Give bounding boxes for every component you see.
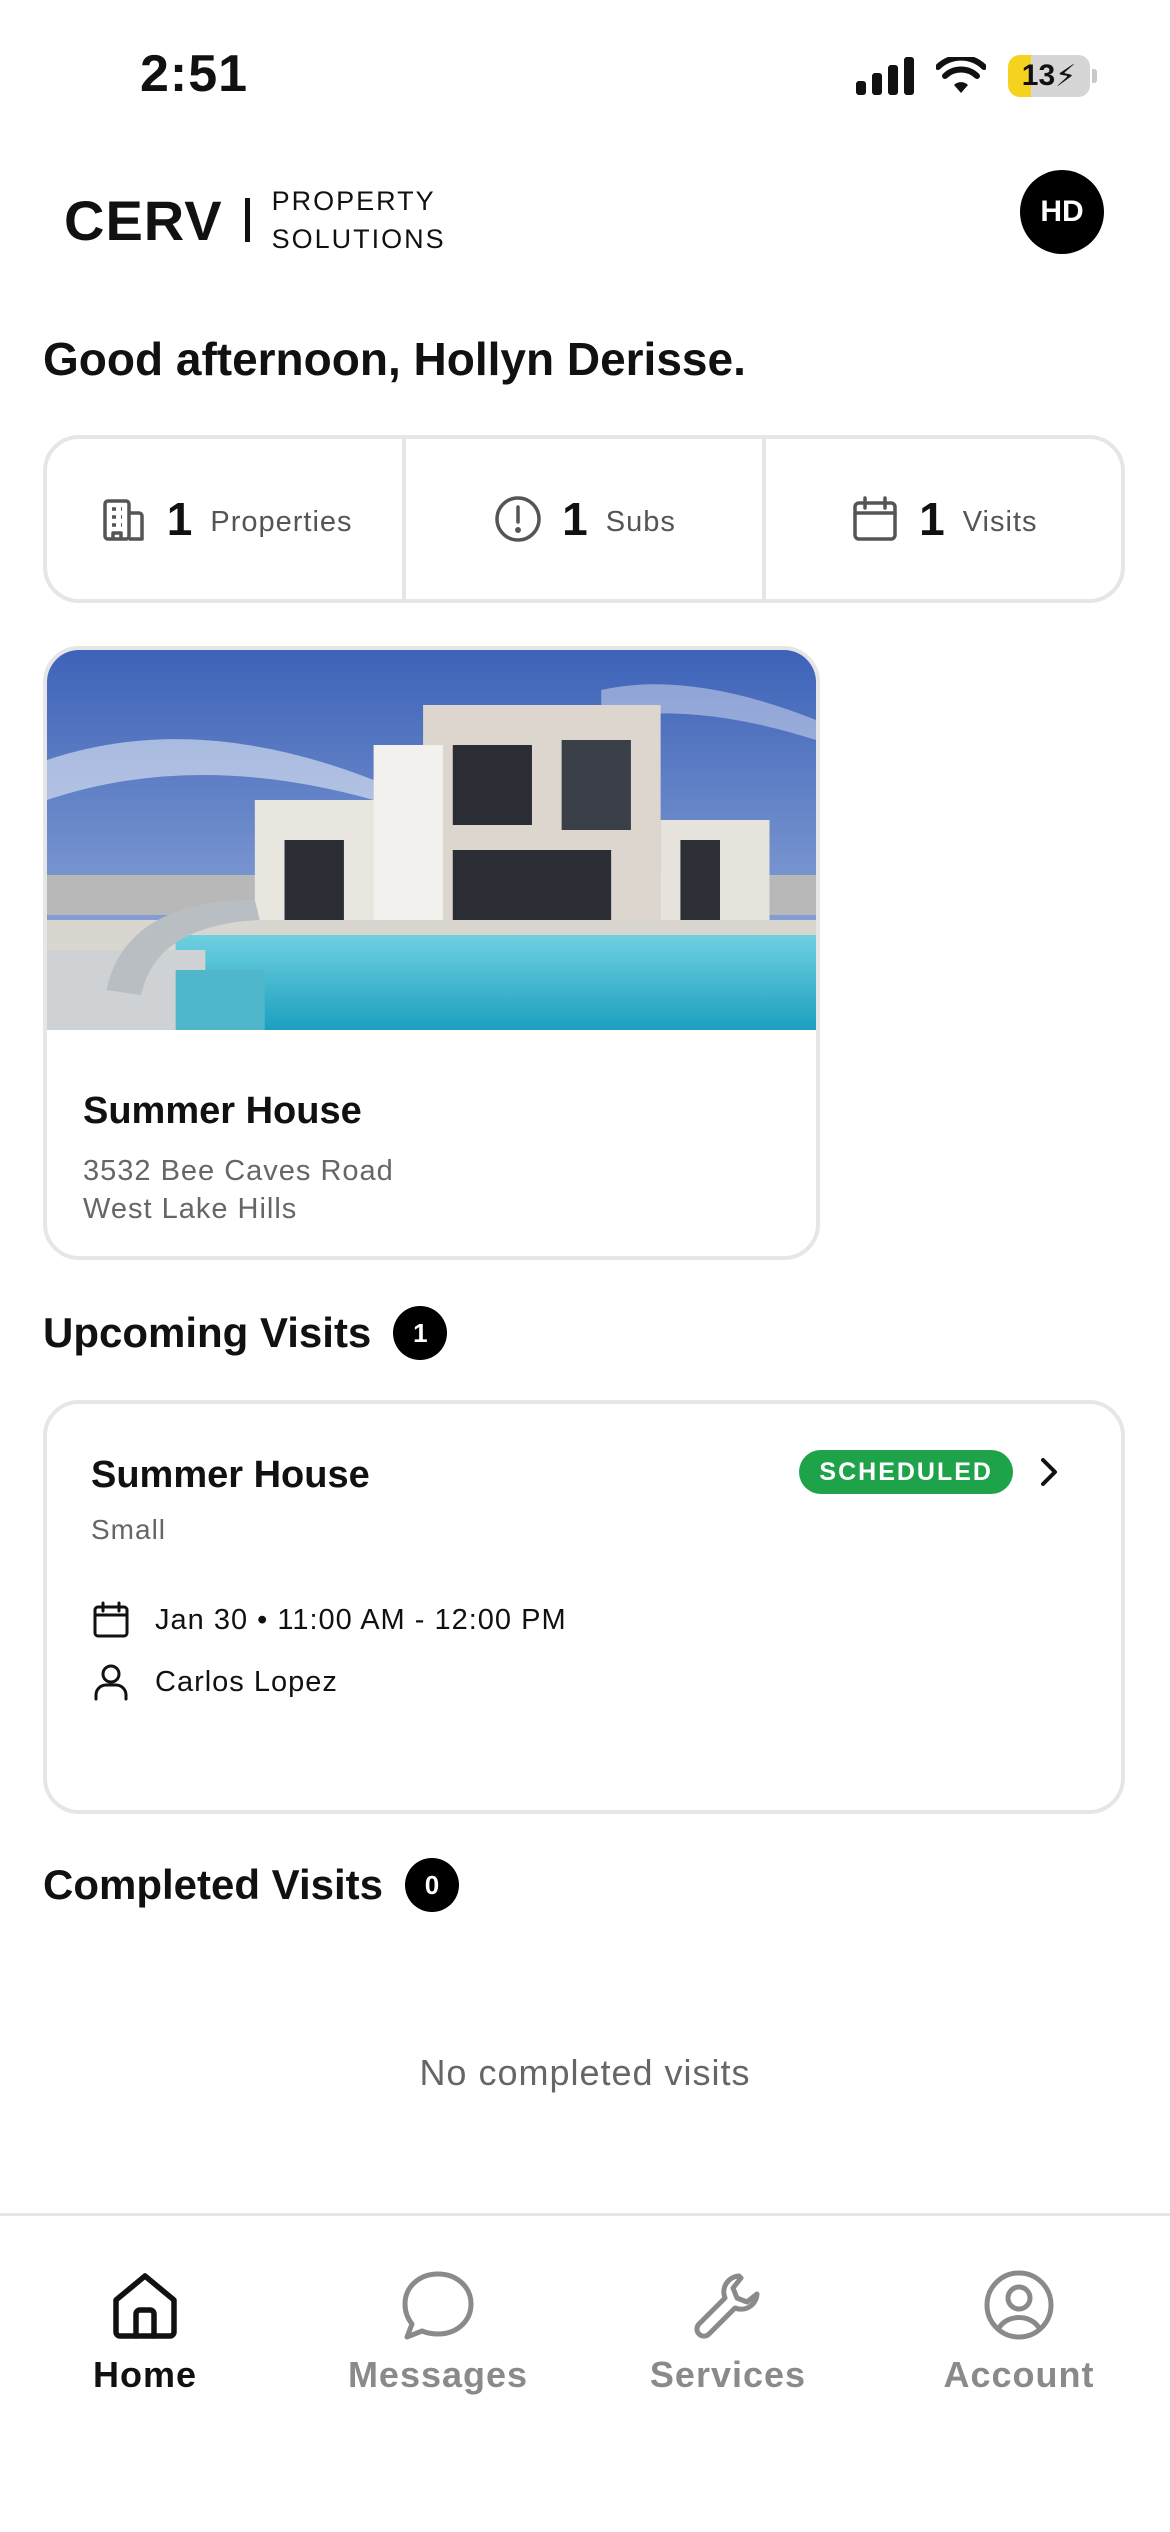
stat-count: 1 xyxy=(919,493,945,545)
battery-level: 13 xyxy=(1021,59,1056,92)
avatar[interactable]: HD xyxy=(1020,170,1104,254)
app-header: CERV PROPERTY SOLUTIONS HD xyxy=(0,160,1170,270)
section-title: Upcoming Visits xyxy=(43,1309,372,1356)
address-line2: West Lake Hills xyxy=(83,1193,298,1225)
property-address: 3532 Bee Caves Road West Lake Hills xyxy=(83,1152,394,1228)
visit-datetime: Jan 30 • 11:00 AM - 12:00 PM xyxy=(155,1603,567,1636)
visit-datetime-row: Jan 30 • 11:00 AM - 12:00 PM xyxy=(91,1600,567,1640)
chevron-right-icon[interactable] xyxy=(1029,1452,1069,1492)
property-card[interactable]: Summer House 3532 Bee Caves Road West La… xyxy=(43,646,820,1260)
tab-label: Account xyxy=(943,2354,1095,2395)
cellular-signal-icon xyxy=(856,57,914,95)
visit-size: Small xyxy=(91,1514,167,1545)
tab-bar: Home Messages Services Account xyxy=(0,2213,1170,2532)
stat-count: 1 xyxy=(166,493,193,545)
greeting: Good afternoon, Hollyn Derisse. xyxy=(43,333,746,385)
count-badge: 1 xyxy=(393,1306,448,1360)
tab-account[interactable]: Account xyxy=(899,2266,1139,2396)
stat-properties[interactable]: 1 Properties xyxy=(47,439,407,599)
visit-title: Summer House xyxy=(91,1454,370,1496)
stat-label: Subs xyxy=(605,505,676,538)
property-photo xyxy=(47,650,816,1030)
account-icon xyxy=(984,2270,1054,2340)
tab-messages[interactable]: Messages xyxy=(318,2266,558,2396)
status-bar: 2:51 13 ⚡ xyxy=(0,0,1170,150)
home-icon xyxy=(113,2273,177,2339)
tab-home[interactable]: Home xyxy=(25,2266,265,2396)
tab-label: Services xyxy=(649,2354,807,2395)
person-icon xyxy=(94,1664,128,1701)
stat-count: 1 xyxy=(562,493,588,545)
empty-state-text: No completed visits xyxy=(419,2052,751,2093)
stat-label: Properties xyxy=(210,505,353,538)
visit-person: Carlos Lopez xyxy=(155,1665,338,1698)
tab-services[interactable]: Services xyxy=(608,2266,848,2396)
stat-subs[interactable]: 1 Subs xyxy=(406,439,766,599)
charging-bolt-icon: ⚡ xyxy=(1055,59,1077,93)
stat-visits[interactable]: 1 Visits xyxy=(766,439,1121,599)
status-badge: SCHEDULED xyxy=(799,1450,1013,1494)
property-name: Summer House xyxy=(83,1090,362,1132)
completed-visits-header: Completed Visits 0 xyxy=(43,1858,459,1912)
upcoming-visits-header: Upcoming Visits 1 xyxy=(43,1306,448,1360)
tab-label: Home xyxy=(92,2354,198,2395)
visit-person-row: Carlos Lopez xyxy=(91,1662,338,1702)
brand-subtitle: PROPERTY SOLUTIONS xyxy=(272,182,446,258)
visit-card[interactable]: Summer House Small SCHEDULED Jan 30 • 11… xyxy=(43,1400,1125,1814)
chat-icon xyxy=(402,2271,474,2340)
status-time: 2:51 xyxy=(140,45,249,103)
stat-label: Visits xyxy=(962,505,1038,538)
brand-logo: CERV PROPERTY SOLUTIONS xyxy=(64,182,446,258)
address-line1: 3532 Bee Caves Road xyxy=(83,1155,394,1187)
calendar-icon xyxy=(93,1601,129,1638)
calendar-icon xyxy=(853,496,897,541)
alert-circle-icon xyxy=(495,496,541,542)
building-icon xyxy=(103,499,144,541)
status-icons: 13 ⚡ xyxy=(856,54,1097,98)
section-title: Completed Visits xyxy=(43,1861,383,1908)
wifi-icon xyxy=(936,57,986,93)
brand-name: CERV xyxy=(64,188,223,252)
wrench-icon xyxy=(694,2273,760,2339)
brand-divider xyxy=(244,198,250,242)
tab-label: Messages xyxy=(347,2354,529,2395)
brand-subtitle-line1: PROPERTY xyxy=(271,186,436,216)
count-badge: 0 xyxy=(404,1858,459,1912)
brand-subtitle-line2: SOLUTIONS xyxy=(271,224,446,254)
stats-card: 1 Properties 1 Subs 1 Visits xyxy=(43,435,1125,603)
battery-icon: 13 ⚡ xyxy=(1008,55,1097,97)
